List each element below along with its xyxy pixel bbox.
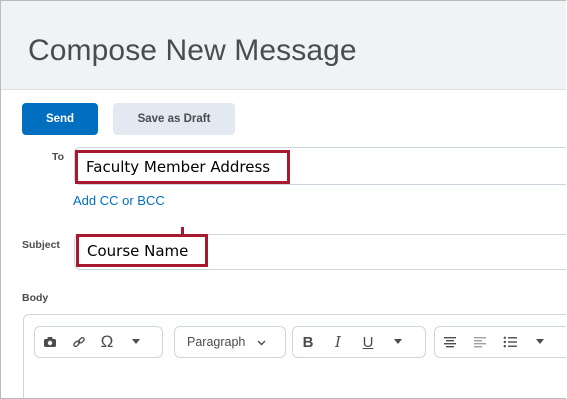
- bold-icon[interactable]: B: [293, 327, 323, 357]
- save-draft-button[interactable]: Save as Draft: [113, 103, 235, 135]
- align-left-icon[interactable]: [465, 327, 495, 357]
- omega-icon[interactable]: Ω: [93, 327, 121, 357]
- body-editor[interactable]: Ω Paragraph B I U: [23, 314, 566, 398]
- italic-icon[interactable]: I: [323, 327, 353, 357]
- toolbar-insert-group: Ω: [34, 326, 163, 358]
- toolbar-style-group: B I U: [292, 326, 426, 358]
- chevron-down-icon: [257, 333, 266, 351]
- chevron-down-icon[interactable]: [383, 327, 413, 357]
- subject-value[interactable]: Course Name: [76, 234, 208, 267]
- link-icon[interactable]: [65, 327, 93, 357]
- chevron-down-icon[interactable]: [525, 327, 555, 357]
- format-select[interactable]: Paragraph: [174, 326, 286, 358]
- page-title: Compose New Message: [28, 34, 357, 67]
- subject-label: Subject: [22, 239, 60, 251]
- list-icon[interactable]: [495, 327, 525, 357]
- align-center-icon[interactable]: [435, 327, 465, 357]
- chevron-down-icon[interactable]: [121, 327, 151, 357]
- underline-icon[interactable]: U: [353, 327, 383, 357]
- send-button[interactable]: Send: [22, 103, 98, 135]
- camera-icon[interactable]: [35, 327, 65, 357]
- format-select-label: Paragraph: [187, 335, 246, 349]
- add-cc-bcc-link[interactable]: Add CC or BCC: [73, 193, 165, 208]
- page-header: Compose New Message: [1, 1, 566, 90]
- compose-window: Compose New Message Send Save as Draft T…: [0, 0, 566, 399]
- to-value[interactable]: Faculty Member Address: [75, 150, 290, 184]
- toolbar-paragraph-group: [434, 326, 566, 358]
- to-label: To: [52, 151, 65, 163]
- body-label: Body: [22, 292, 49, 304]
